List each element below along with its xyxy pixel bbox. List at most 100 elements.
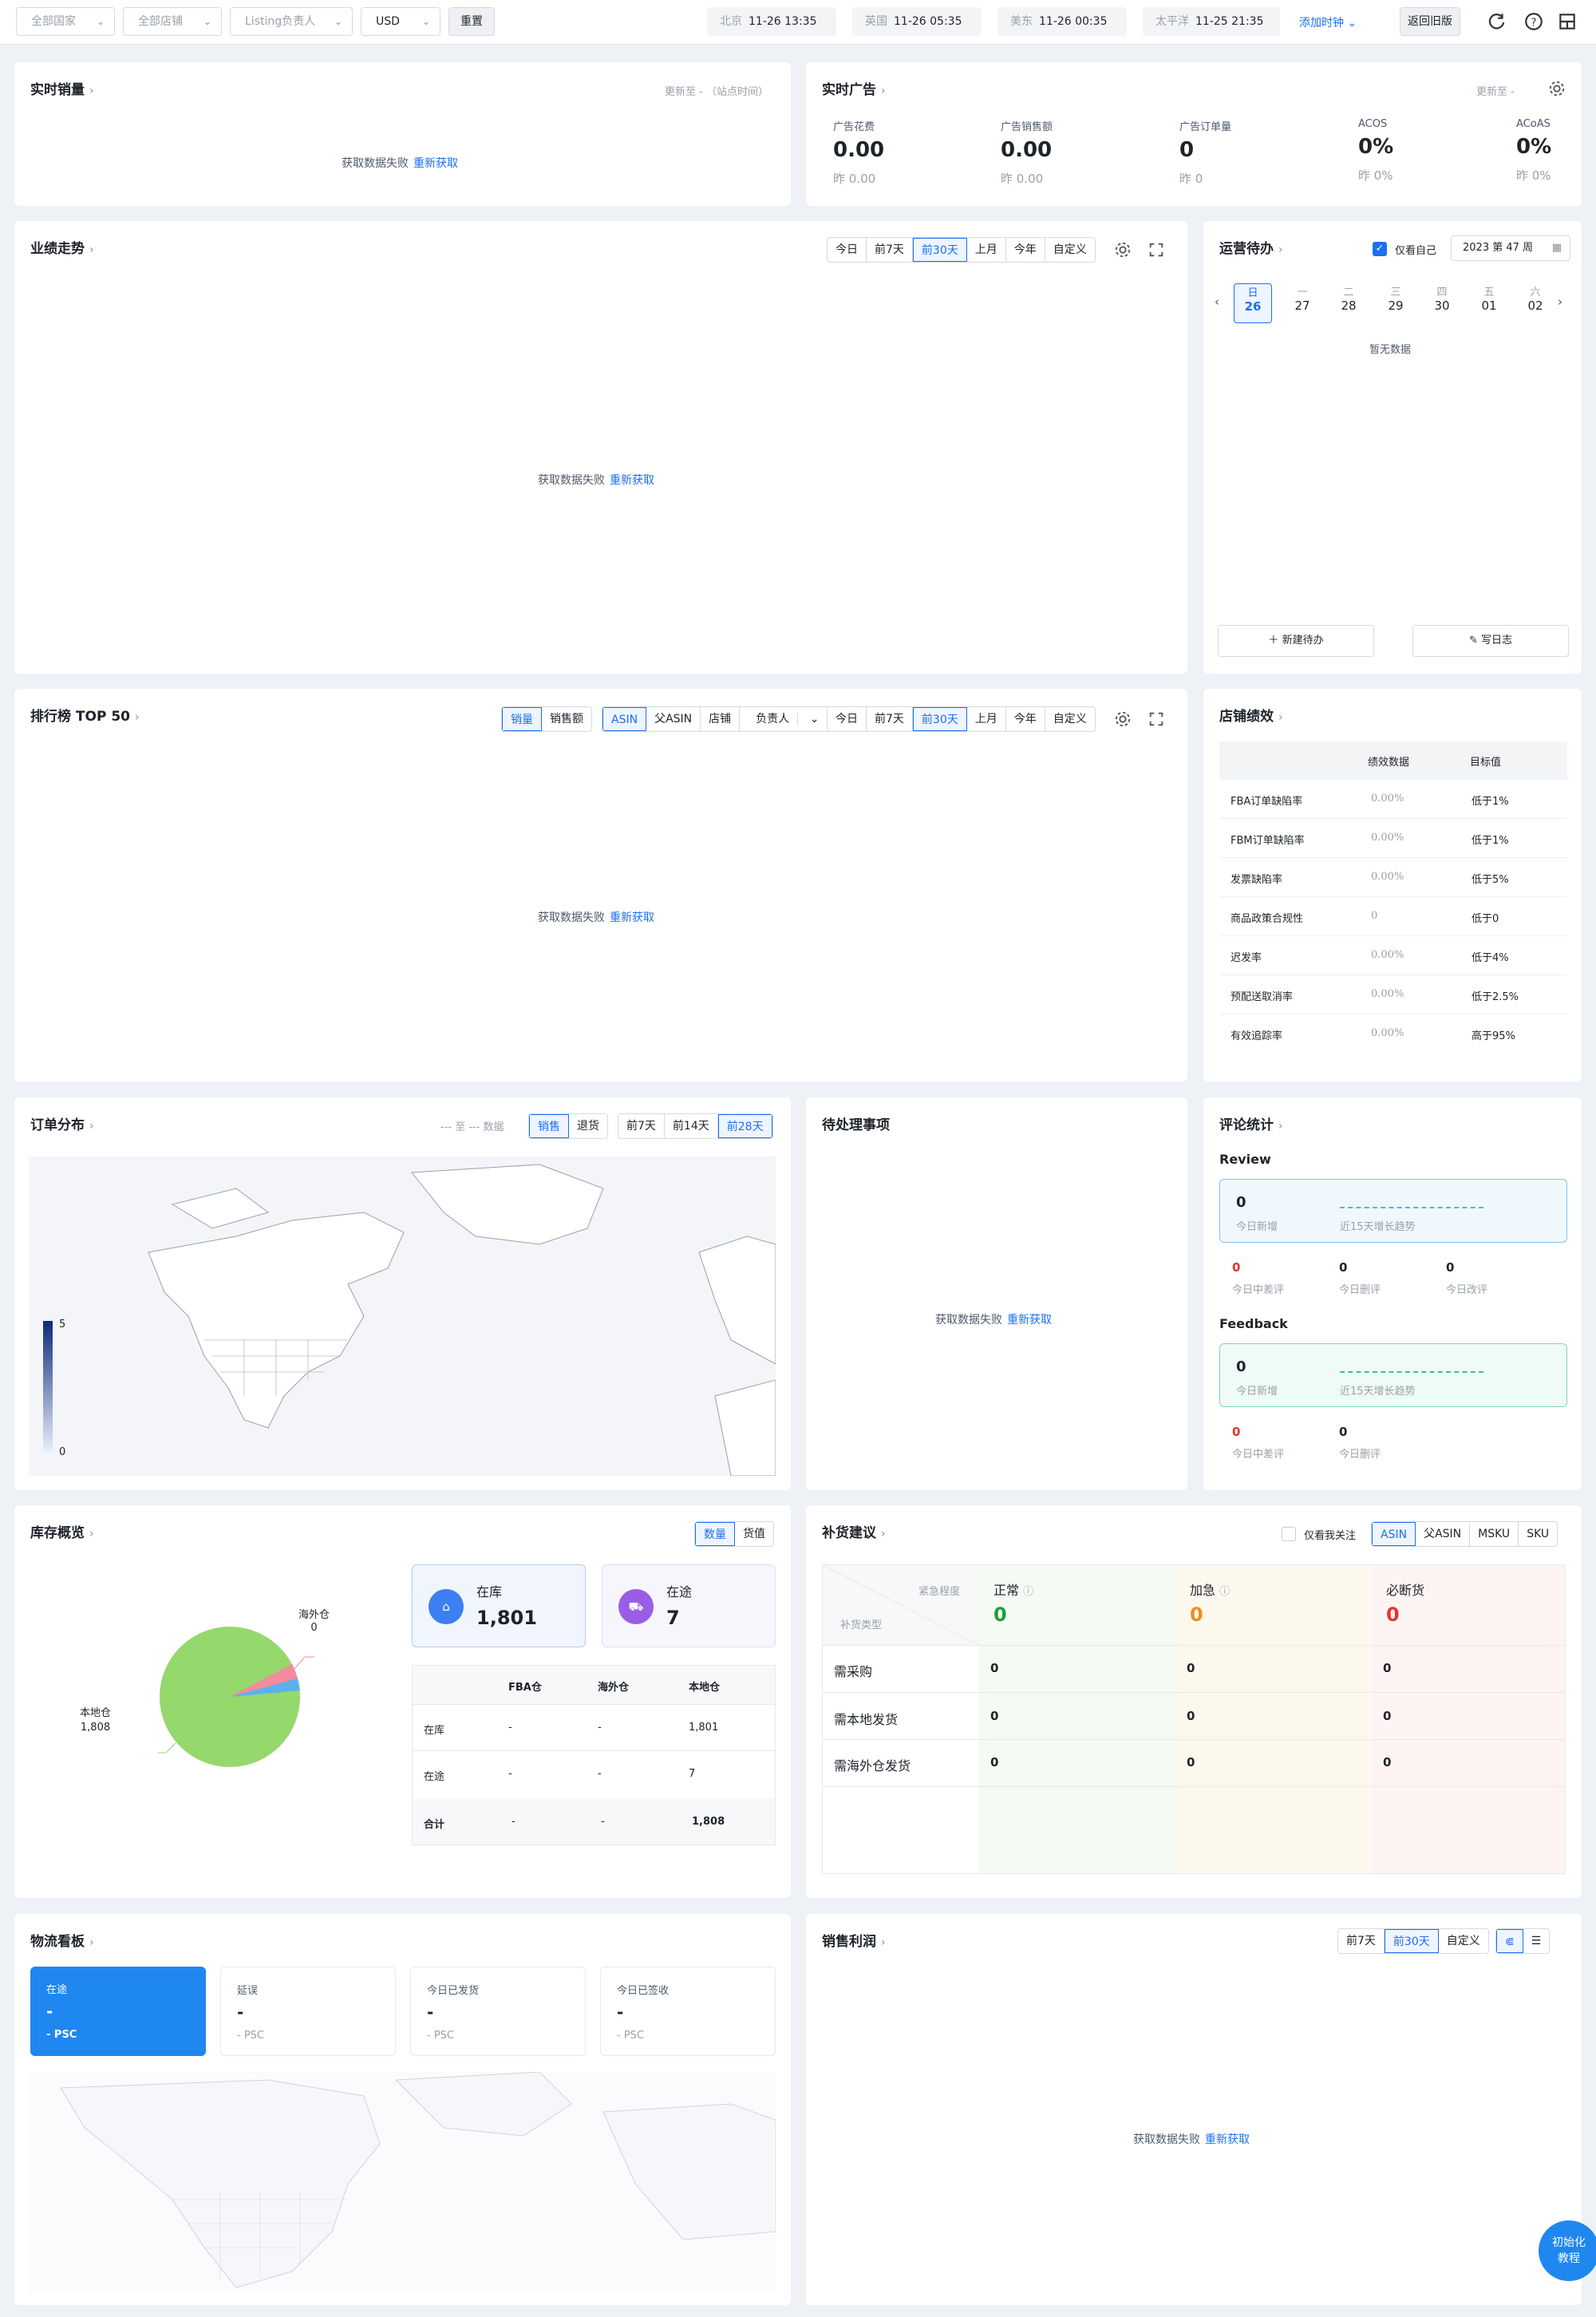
type-sales[interactable]: 销售 [529,1114,569,1138]
retry-link[interactable]: 重新获取 [610,474,654,487]
range-this-year[interactable]: 今年 [1006,707,1045,731]
realtime-ads-title[interactable]: 实时广告 › [822,78,886,98]
dim-sku[interactable]: SKU [1519,1522,1557,1546]
tutorial-float-button[interactable]: 初始化 教程 [1539,2220,1596,2281]
dim-parent-asin[interactable]: 父ASIN [646,707,701,731]
help-icon[interactable]: ? [1523,11,1544,32]
dim-msku[interactable]: MSKU [1470,1522,1519,1546]
layout-icon[interactable] [1557,11,1578,32]
dim-asin[interactable]: ASIN [602,707,647,731]
dim-owner[interactable]: 负责人 ⌄ [740,707,835,731]
range-7d[interactable]: 前7天 [618,1114,665,1138]
list-view-icon[interactable]: ☰ [1523,1929,1550,1953]
gear-icon[interactable] [1114,241,1132,259]
logistics-map[interactable] [29,2072,776,2292]
in-transit-tile[interactable]: ⛟ 在途 7 [602,1564,776,1647]
next-week-icon[interactable]: › [1558,295,1562,309]
error-message: 获取数据失败 重新获取 [538,911,654,924]
metric-sales-amount[interactable]: 销售额 [542,707,591,731]
retry-link[interactable]: 重新获取 [1205,2133,1250,2146]
order-map[interactable] [29,1157,776,1476]
day-mon[interactable]: 一 27 [1283,283,1321,313]
range-custom[interactable]: 自定义 [1045,238,1095,262]
toggle-value[interactable]: 货值 [735,1522,773,1546]
fullscreen-icon[interactable] [1148,710,1165,728]
inventory-pie-chart[interactable] [134,1601,326,1793]
ops-todo-title[interactable]: 运营待办 › [1219,237,1283,257]
restock-title[interactable]: 补货建议 › [822,1521,886,1541]
prev-week-icon[interactable]: ‹ [1215,295,1219,309]
plus-icon: ＋ [1268,635,1279,646]
gear-icon[interactable] [1548,80,1566,97]
range-30d[interactable]: 前30天 [1384,1929,1439,1953]
order-distribution-title[interactable]: 订单分布 › [30,1113,94,1133]
settings-icon[interactable] [1114,710,1132,728]
only-follow-checkbox[interactable] [1282,1527,1296,1541]
only-me-checkbox[interactable]: ✓ [1373,242,1387,256]
range-14d[interactable]: 前14天 [665,1114,718,1138]
error-message: 获取数据失败 重新获取 [538,474,654,487]
country-select[interactable]: 全部国家 ⌄ [16,7,115,36]
toggle-quantity[interactable]: 数量 [695,1522,735,1546]
type-returns[interactable]: 退货 [569,1114,607,1138]
chart-view-icon[interactable]: ⋐ [1496,1929,1523,1953]
range-28d[interactable]: 前28天 [717,1114,772,1138]
old-version-button[interactable]: 返回旧版 [1400,7,1460,36]
new-todo-button[interactable]: ＋ 新建待办 [1218,625,1374,657]
listing-owner-select[interactable]: Listing负责人 ⌄ [230,7,353,36]
retry-link[interactable]: 重新获取 [413,157,458,170]
ranking-range-tabs: 今日 前7天 前30天 上月 今年 自定义 [827,706,1096,732]
day-fri[interactable]: 五 01 [1470,283,1508,313]
dim-asin[interactable]: ASIN [1372,1522,1416,1546]
range-custom[interactable]: 自定义 [1439,1929,1488,1953]
range-30d[interactable]: 前30天 [912,707,967,731]
range-today[interactable]: 今日 [828,238,867,262]
performance-trend-title[interactable]: 业绩走势 › [30,237,94,257]
dim-shop[interactable]: 店铺 [701,707,741,731]
range-this-year[interactable]: 今年 [1006,238,1045,262]
dim-parent-asin[interactable]: 父ASIN [1416,1522,1471,1546]
fullscreen-icon[interactable] [1148,241,1165,259]
metric-sales-qty[interactable]: 销量 [502,707,542,731]
day-sun[interactable]: 日 26 [1234,283,1272,323]
tile-delayed[interactable]: 延误 - - PSC [220,1967,396,2056]
tile-in-transit[interactable]: 在途 - - PSC [30,1967,206,2056]
col-label-urgent: 加急 ⓘ [1190,1583,1231,1598]
range-7d[interactable]: 前7天 [867,707,913,731]
restock-table: 紧急程度 补货类型 正常 ⓘ 0 加急 ⓘ 0 必断货 0 需采购 0 0 0 … [822,1564,1566,1874]
range-today[interactable]: 今日 [828,707,867,731]
sales-profit-title[interactable]: 销售利润 › [822,1930,886,1950]
write-log-button[interactable]: ✎ 写日志 [1412,625,1569,657]
chevron-down-icon: ⌄ [809,713,820,726]
range-30d[interactable]: 前30天 [912,238,967,262]
day-sat[interactable]: 六 02 [1516,283,1555,313]
retry-link[interactable]: 重新获取 [1007,1314,1052,1327]
shop-performance-title[interactable]: 店铺绩效 › [1219,705,1283,725]
order-distribution-card: 订单分布 › --- 至 --- 数据 销售 退货 前7天 前14天 前28天 5… [14,1097,791,1490]
reset-button[interactable]: 重置 [448,7,495,36]
ranking-title[interactable]: 排行榜 TOP 50 › [30,705,140,725]
retry-link[interactable]: 重新获取 [610,911,654,924]
tile-signed-today[interactable]: 今日已签收 - - PSC [600,1967,776,2056]
day-tue[interactable]: 二 28 [1329,283,1368,313]
performance-trend-card: 业绩走势 › 今日 前7天 前30天 上月 今年 自定义 获取数据失败 重新获取 [14,221,1187,674]
range-last-month[interactable]: 上月 [967,238,1006,262]
week-picker[interactable]: 2023 第 47 周 ▦ [1451,235,1570,261]
range-custom[interactable]: 自定义 [1045,707,1095,731]
range-7d[interactable]: 前7天 [867,238,913,262]
realtime-sales-title[interactable]: 实时销量 › [30,78,94,98]
day-thu[interactable]: 四 30 [1423,283,1461,313]
in-stock-tile[interactable]: ⌂ 在库 1,801 [412,1564,586,1647]
tile-shipped-today[interactable]: 今日已发货 - - PSC [410,1967,586,2056]
inventory-overview-title[interactable]: 库存概览 › [30,1521,94,1541]
review-stats-title[interactable]: 评论统计 › [1219,1113,1283,1133]
range-last-month[interactable]: 上月 [967,707,1006,731]
currency-select[interactable]: USD ⌄ [361,7,440,36]
day-wed[interactable]: 三 29 [1377,283,1415,313]
range-7d[interactable]: 前7天 [1338,1929,1385,1953]
corner-cell: 紧急程度 补货类型 [823,1565,979,1645]
refresh-icon[interactable] [1487,11,1507,32]
shop-select[interactable]: 全部店铺 ⌄ [123,7,222,36]
logistics-title[interactable]: 物流看板 › [30,1930,94,1950]
add-clock-link[interactable]: 添加时钟 ⌄ [1299,14,1357,30]
